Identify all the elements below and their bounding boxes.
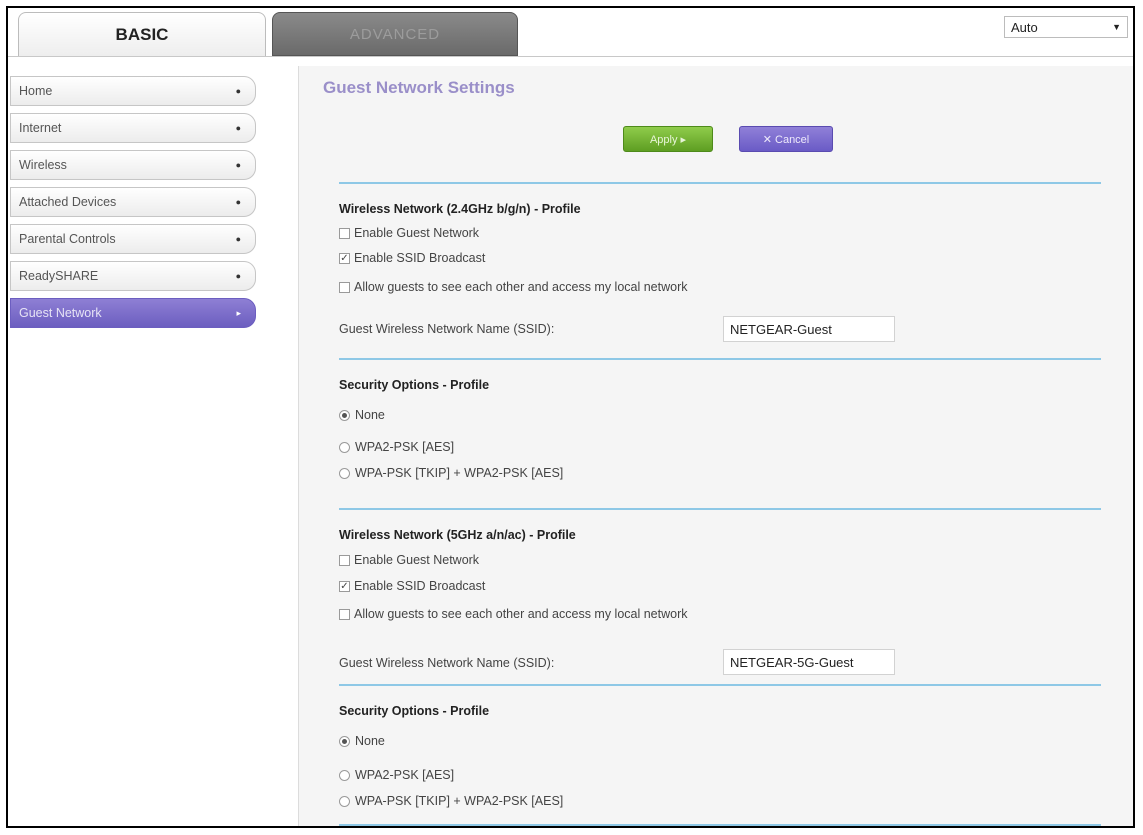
- band24-enable-ssid-label: Enable SSID Broadcast: [354, 251, 486, 265]
- apply-button[interactable]: Apply ▸: [623, 126, 713, 152]
- sidebar-item-parental-controls[interactable]: Parental Controls ●: [10, 224, 256, 254]
- section-divider: [339, 684, 1101, 686]
- band5-security-option-label: None: [355, 734, 385, 748]
- band24-security-option[interactable]: None: [339, 408, 385, 422]
- band24-enable-guest-row[interactable]: Enable Guest Network: [339, 226, 479, 240]
- band24-security-option-label: None: [355, 408, 385, 422]
- band5-security-radio[interactable]: [339, 770, 350, 781]
- band24-enable-guest-checkbox[interactable]: [339, 228, 350, 239]
- page-title: Guest Network Settings: [323, 78, 515, 97]
- band24-allow-guests-label: Allow guests to see each other and acces…: [354, 280, 688, 294]
- sidebar-item-label: Attached Devices: [19, 195, 117, 209]
- band24-allow-guests-row[interactable]: Allow guests to see each other and acces…: [339, 280, 734, 295]
- band24-security-radio[interactable]: [339, 410, 350, 421]
- band24-ssid-input[interactable]: [723, 316, 895, 342]
- band5-enable-ssid-label: Enable SSID Broadcast: [354, 579, 486, 593]
- chevron-down-icon: ▼: [1112, 22, 1121, 32]
- band5-enable-guest-label: Enable Guest Network: [354, 553, 480, 567]
- band5-ssid-input[interactable]: [723, 649, 895, 675]
- cancel-button[interactable]: ✕ Cancel: [739, 126, 833, 152]
- band5-allow-guests-row[interactable]: Allow guests to see each other and acces…: [339, 607, 734, 622]
- band24-security-radio[interactable]: [339, 442, 350, 453]
- bullet-icon: ●: [235, 123, 241, 133]
- band24-enable-guest-label: Enable Guest Network: [354, 226, 480, 240]
- sidebar-item-label: Home: [19, 84, 53, 98]
- main-panel: Guest Network Settings Apply ▸ ✕ Cancel …: [298, 66, 1133, 826]
- band5-enable-ssid-checkbox[interactable]: ✓: [339, 581, 350, 592]
- bullet-icon: ●: [235, 271, 241, 281]
- tab-divider: [8, 56, 1133, 57]
- router-admin-window: BASIC ADVANCED Auto ▼ Home ● Internet ● …: [6, 6, 1135, 828]
- band24-security-heading: Security Options - Profile: [339, 378, 490, 392]
- band5-security-option[interactable]: WPA-PSK [TKIP] + WPA2-PSK [AES]: [339, 794, 563, 808]
- sidebar-item-home[interactable]: Home ●: [10, 76, 256, 106]
- band5-security-radio[interactable]: [339, 736, 350, 747]
- sidebar-item-label: ReadySHARE: [19, 269, 99, 283]
- sidebar-item-internet[interactable]: Internet ●: [10, 113, 256, 143]
- sidebar-item-wireless[interactable]: Wireless ●: [10, 150, 256, 180]
- section-divider: [339, 358, 1101, 360]
- band24-security-option-label: WPA2-PSK [AES]: [355, 440, 455, 454]
- section-divider: [339, 824, 1101, 826]
- band24-enable-ssid-row[interactable]: ✓ Enable SSID Broadcast: [339, 251, 485, 265]
- bullet-icon: ●: [235, 86, 241, 96]
- band24-heading: Wireless Network (2.4GHz b/g/n) - Profil…: [339, 202, 581, 216]
- bullet-icon: ●: [235, 160, 241, 170]
- band5-ssid-label: Guest Wireless Network Name (SSID):: [339, 656, 555, 670]
- band5-heading: Wireless Network (5GHz a/n/ac) - Profile: [339, 528, 576, 542]
- sidebar-item-label: Parental Controls: [19, 232, 116, 246]
- sidebar-item-attached-devices[interactable]: Attached Devices ●: [10, 187, 256, 217]
- band5-security-option-label: WPA-PSK [TKIP] + WPA2-PSK [AES]: [355, 794, 564, 808]
- band24-security-option[interactable]: WPA-PSK [TKIP] + WPA2-PSK [AES]: [339, 466, 563, 480]
- band24-security-option[interactable]: WPA2-PSK [AES]: [339, 440, 454, 454]
- band24-security-option-label: WPA-PSK [TKIP] + WPA2-PSK [AES]: [355, 466, 564, 480]
- sidebar-item-guest-network[interactable]: Guest Network ▸: [10, 298, 256, 328]
- band5-enable-guest-row[interactable]: Enable Guest Network: [339, 553, 479, 567]
- sidebar-item-label: Guest Network: [19, 306, 102, 320]
- sidebar-item-label: Internet: [19, 121, 62, 135]
- band5-security-heading: Security Options - Profile: [339, 704, 490, 718]
- section-divider: [339, 508, 1101, 510]
- tab-basic[interactable]: BASIC: [18, 12, 266, 56]
- band5-security-option[interactable]: None: [339, 734, 385, 748]
- sidebar: Home ● Internet ● Wireless ● Attached De…: [10, 76, 256, 335]
- band24-allow-guests-checkbox[interactable]: [339, 282, 350, 293]
- band5-enable-guest-checkbox[interactable]: [339, 555, 350, 566]
- band5-security-option-label: WPA2-PSK [AES]: [355, 768, 455, 782]
- tab-advanced[interactable]: ADVANCED: [272, 12, 518, 56]
- band5-allow-guests-label: Allow guests to see each other and acces…: [354, 607, 688, 621]
- arrow-right-icon: ▸: [236, 307, 241, 318]
- band24-security-radio[interactable]: [339, 468, 350, 479]
- section-divider: [339, 182, 1101, 184]
- language-select[interactable]: Auto ▼: [1004, 16, 1128, 38]
- sidebar-item-label: Wireless: [19, 158, 67, 172]
- band5-security-option[interactable]: WPA2-PSK [AES]: [339, 768, 454, 782]
- sidebar-item-readyshare[interactable]: ReadySHARE ●: [10, 261, 256, 291]
- bullet-icon: ●: [235, 234, 241, 244]
- band24-enable-ssid-checkbox[interactable]: ✓: [339, 253, 350, 264]
- language-select-value: Auto: [1011, 19, 1038, 35]
- bullet-icon: ●: [235, 197, 241, 207]
- band5-security-radio[interactable]: [339, 796, 350, 807]
- band5-allow-guests-checkbox[interactable]: [339, 609, 350, 620]
- band24-ssid-label: Guest Wireless Network Name (SSID):: [339, 322, 555, 336]
- band5-enable-ssid-row[interactable]: ✓ Enable SSID Broadcast: [339, 579, 485, 593]
